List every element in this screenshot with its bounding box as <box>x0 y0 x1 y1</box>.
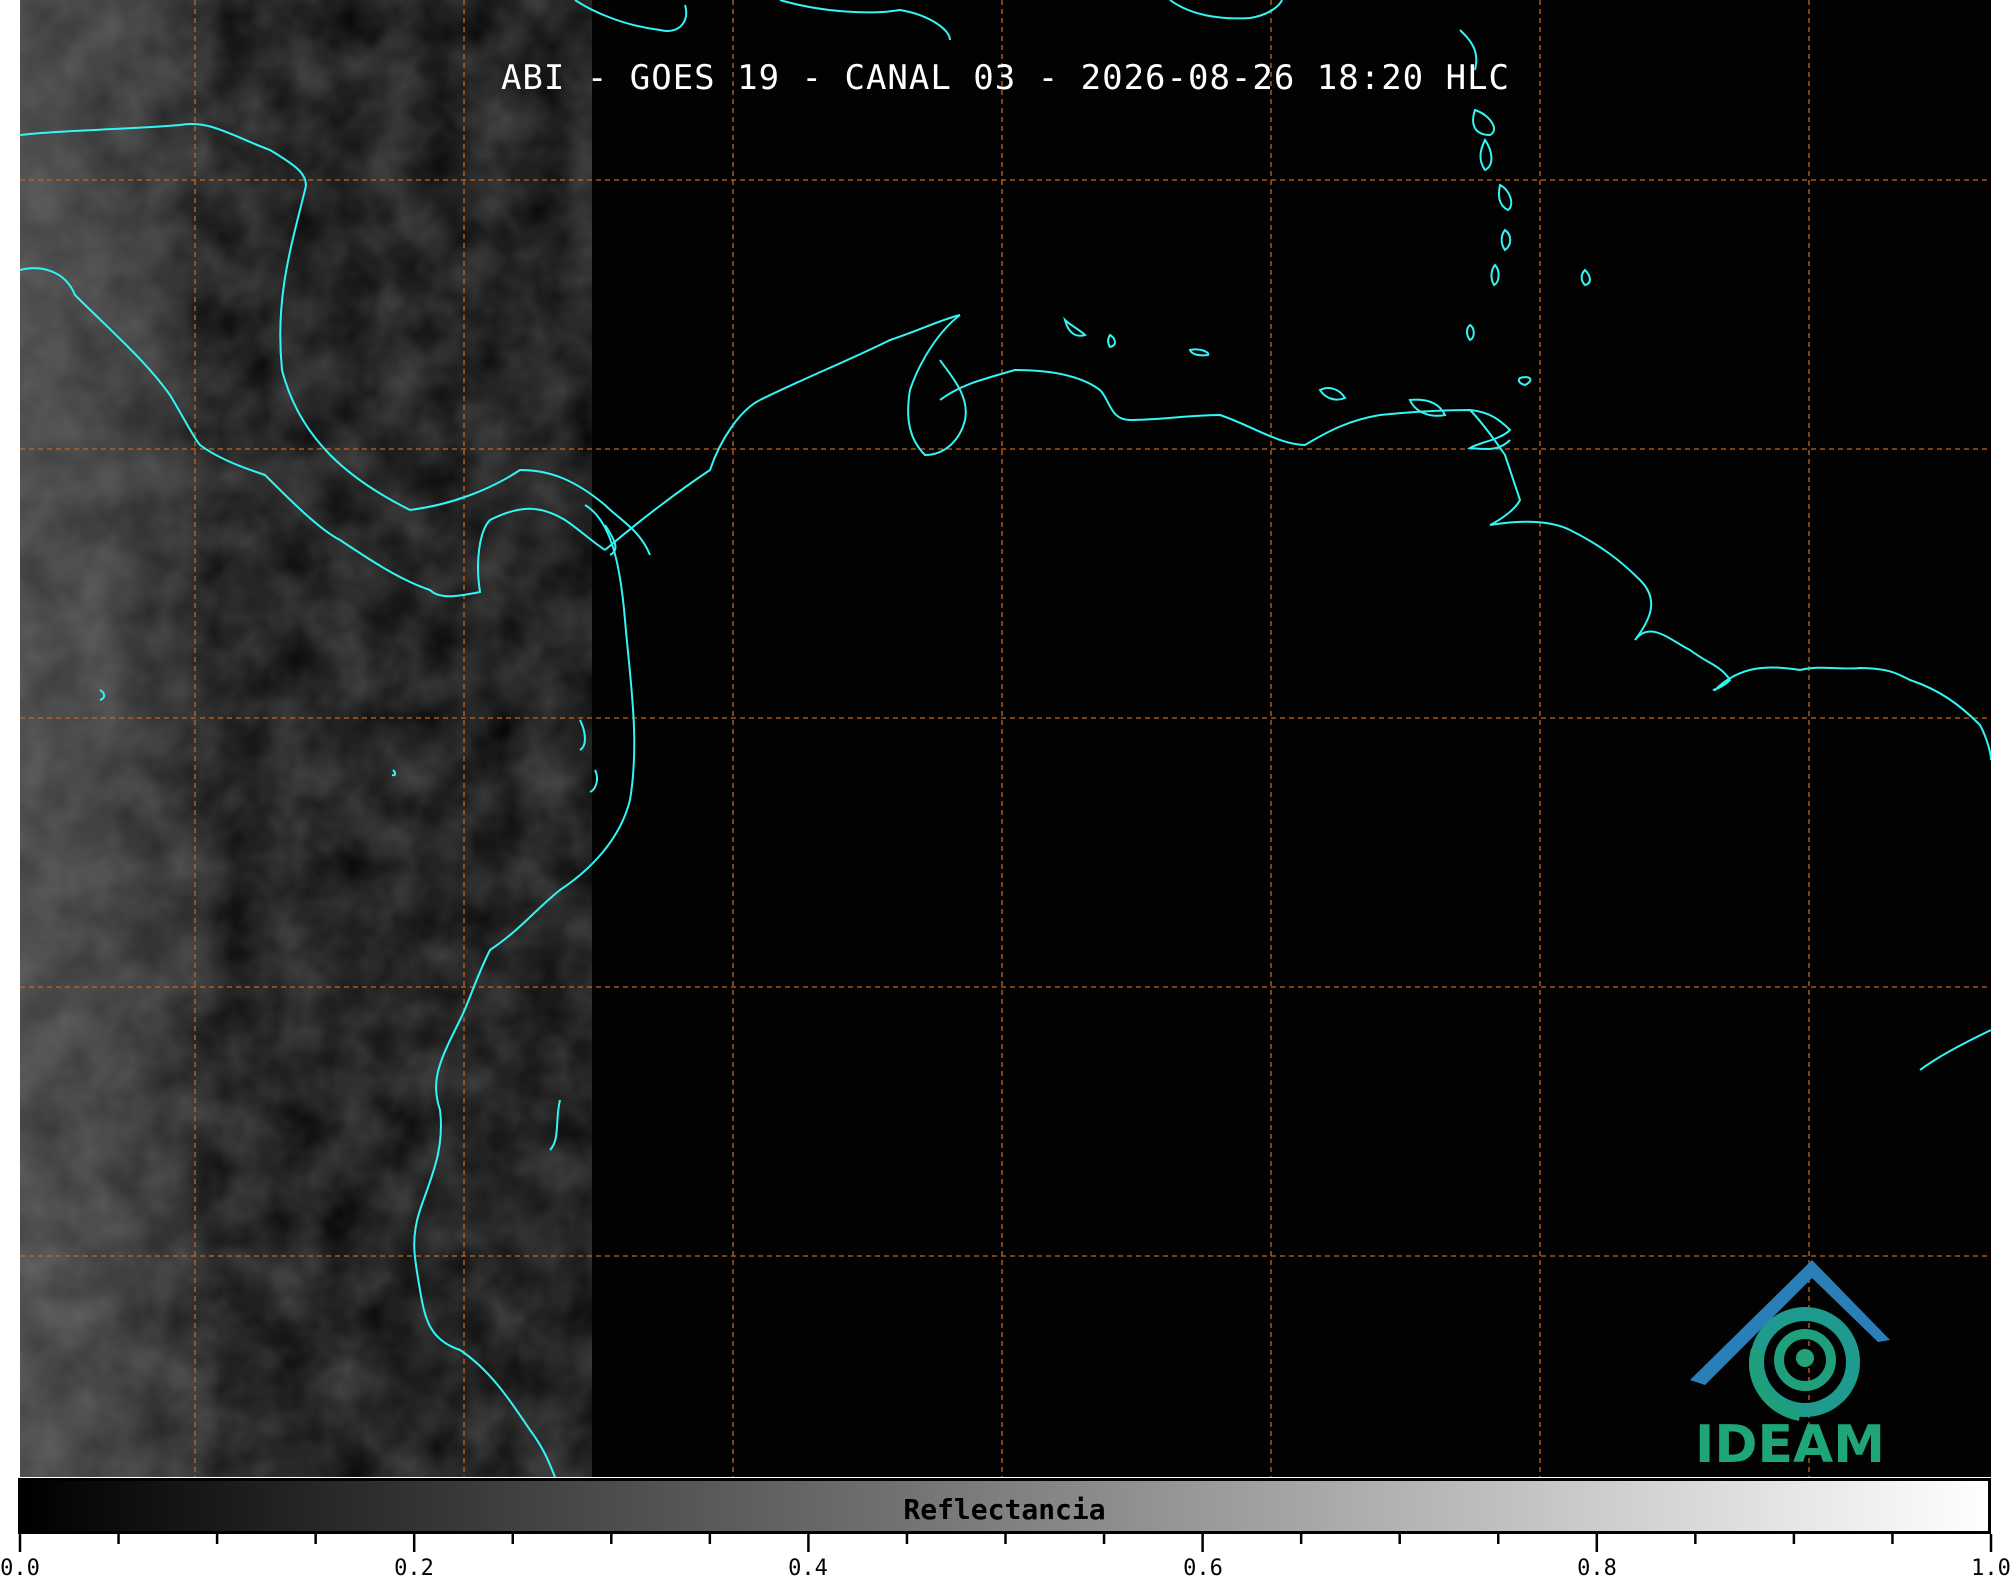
colorbar: Reflectancia <box>18 1478 1991 1534</box>
ideam-emblem-icon <box>1690 1260 1890 1421</box>
map-title: ABI - GOES 19 - CANAL 03 - 2026-08-26 18… <box>500 58 1511 98</box>
colorbar-ticks <box>18 1534 1993 1552</box>
colorbar-tick-label: 0.0 <box>0 1556 40 1581</box>
colorbar-tick-label: 0.8 <box>1577 1556 1617 1581</box>
satellite-map: ABI - GOES 19 - CANAL 03 - 2026-08-26 18… <box>20 0 1991 1477</box>
ideam-logo: IDEAM <box>1660 1250 1920 1475</box>
colorbar-tick-label: 0.4 <box>788 1556 828 1581</box>
colorbar-label: Reflectancia <box>903 1493 1106 1526</box>
colorbar-tick-label: 0.2 <box>394 1556 434 1581</box>
colorbar-tick-label: 0.6 <box>1183 1556 1223 1581</box>
colorbar-tick-label: 1.0 <box>1971 1556 2011 1581</box>
